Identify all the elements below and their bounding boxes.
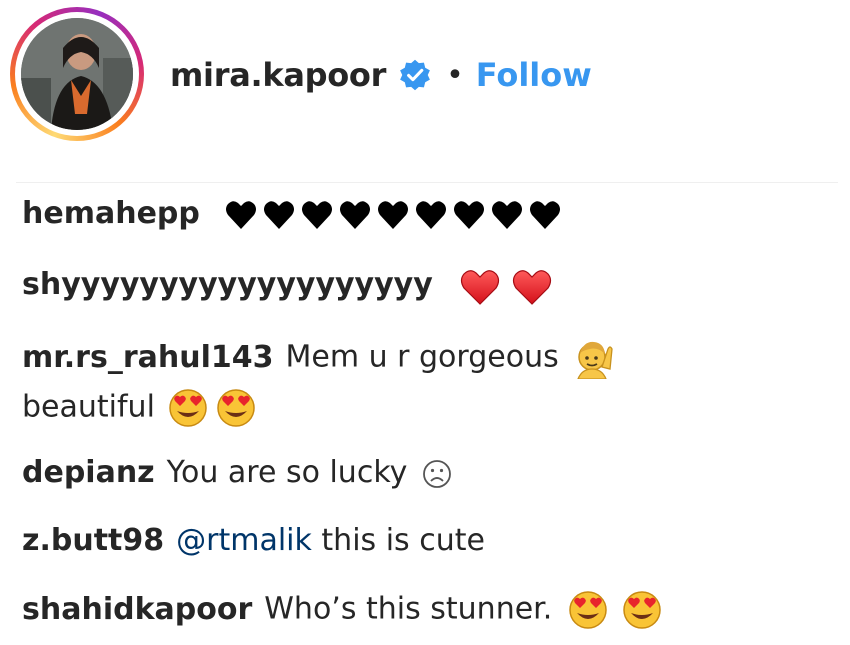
avatar[interactable] xyxy=(21,18,133,130)
person-raising-hand-icon xyxy=(577,341,613,379)
comment-item: shyyyyyyyyyyyyyyyyyyy xyxy=(22,265,556,306)
header-divider xyxy=(16,182,838,183)
comment-username[interactable]: z.butt98 xyxy=(22,523,164,558)
comment-continuation: beautiful xyxy=(22,387,260,429)
heart-eyes-icon xyxy=(169,389,256,427)
frowning-face-icon xyxy=(423,459,451,488)
black-heart-icon xyxy=(226,200,561,229)
comment-emojis xyxy=(221,196,567,231)
post-header: mira.kapoor • Follow xyxy=(0,0,850,160)
comment-mention[interactable]: @rtmalik xyxy=(176,523,312,558)
comment-item: mr.rs_rahul143 Mem u r gorgeous xyxy=(22,337,616,379)
comment-text: Who’s this stunner. xyxy=(264,591,553,627)
comment-username[interactable]: depianz xyxy=(22,455,155,490)
post-username[interactable]: mira.kapoor xyxy=(170,56,386,94)
avatar-border xyxy=(15,12,139,136)
comment-item: hemahepp xyxy=(22,194,567,234)
comment-text: this is cute xyxy=(321,523,485,558)
comment-item: z.butt98 @rtmalik this is cute xyxy=(22,521,485,561)
red-heart-icon xyxy=(461,269,552,305)
comment-username[interactable]: shahidkapoor xyxy=(22,592,252,627)
comment-username[interactable]: hemahepp xyxy=(22,196,200,231)
heart-eyes-icon xyxy=(569,591,661,629)
comment-username[interactable]: shyyyyyyyyyyyyyyyyyyy xyxy=(22,267,433,302)
verified-badge-icon xyxy=(400,59,430,91)
username-row: mira.kapoor • Follow xyxy=(170,52,592,98)
comment-item: shahidkapoor Who’s this stunner. xyxy=(22,589,666,631)
comment-text: Mem u r gorgeous xyxy=(285,339,559,375)
follow-button[interactable]: Follow xyxy=(476,56,592,94)
separator-dot: • xyxy=(446,57,464,93)
comment-item: depianz You are so lucky xyxy=(22,453,453,493)
comment-text: beautiful xyxy=(22,389,155,425)
story-ring[interactable] xyxy=(10,7,144,141)
comment-text: You are so lucky xyxy=(166,455,408,490)
avatar-photo-icon xyxy=(21,18,133,130)
comment-username[interactable]: mr.rs_rahul143 xyxy=(22,340,273,375)
